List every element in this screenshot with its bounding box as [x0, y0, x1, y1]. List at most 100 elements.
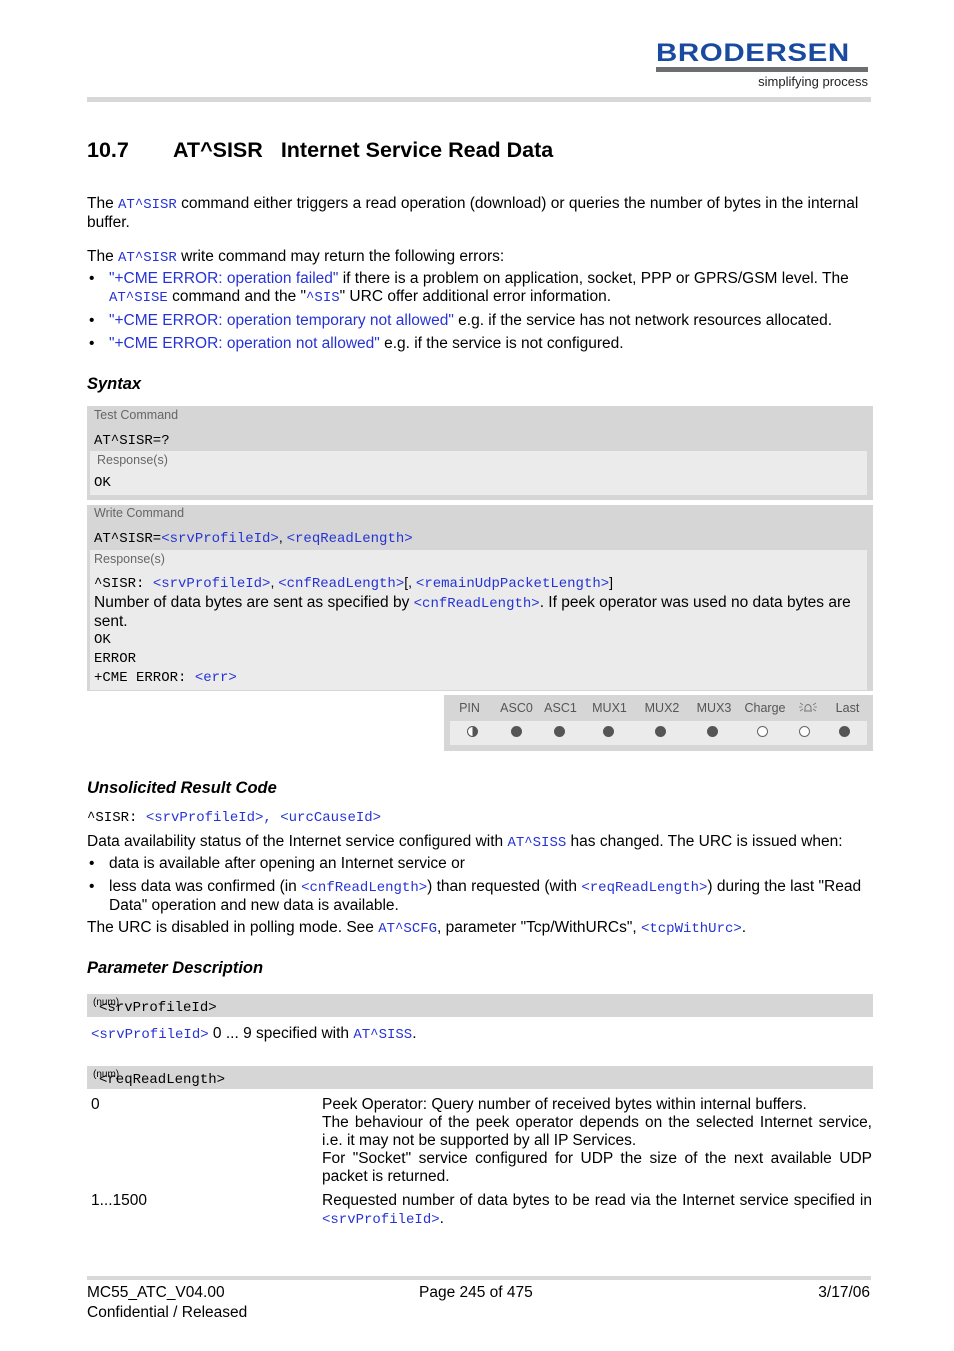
half-filled-circle-icon	[466, 726, 478, 737]
write-command-label: Write Command	[94, 506, 185, 520]
command-link[interactable]: AT^SISR	[118, 250, 177, 266]
command-link[interactable]: AT^SISR	[118, 197, 177, 213]
command-link[interactable]: AT^SISS	[353, 1027, 412, 1043]
filled-circle-icon	[706, 726, 718, 737]
pin-value	[450, 724, 495, 742]
footer-divider	[87, 1276, 871, 1280]
write-command-box: Write Command AT^SISR=<srvProfileId>, <r…	[87, 505, 873, 691]
param-value: 1...1500	[91, 1192, 148, 1209]
text: command and the "	[167, 288, 307, 305]
response-description: Number of data bytes are sent as specifi…	[94, 594, 867, 631]
param-link[interactable]: <cnfReadLength>	[278, 576, 404, 592]
last-value	[822, 724, 867, 742]
filled-circle-icon	[602, 726, 614, 737]
text: " URC offer additional error information…	[339, 288, 612, 305]
param-link[interactable]: <cnfReadLength>	[414, 596, 540, 612]
param-link[interactable]: <reqReadLength>	[581, 880, 707, 896]
error-link[interactable]: "+CME ERROR: operation temporary not all…	[109, 312, 454, 329]
text: has changed. The URC is issued when:	[566, 833, 843, 850]
response-label: Response(s)	[97, 453, 168, 467]
text: The URC is disabled in polling mode. See	[87, 919, 379, 936]
text: , parameter "Tcp/WithURCs",	[437, 919, 641, 936]
text: e.g. if the service has not network reso…	[453, 312, 833, 329]
error-link[interactable]: "+CME ERROR: operation not allowed"	[109, 335, 380, 352]
mux2-value	[635, 724, 687, 742]
response-error: ERROR	[94, 651, 137, 667]
text: The	[87, 195, 119, 212]
pin-table-values	[450, 721, 867, 745]
brand-name: BRODERSEN	[656, 39, 850, 67]
param-link[interactable]: <err>	[195, 670, 237, 686]
param-link[interactable]: <srvProfileId>, <urcCauseId>	[146, 810, 381, 826]
header-divider	[87, 97, 871, 102]
urc-code: ^SISR: <srvProfileId>, <urcCauseId>	[87, 810, 381, 826]
param-link[interactable]: <tcpWithUrc>	[641, 921, 742, 937]
test-command-label: Test Command	[94, 408, 179, 422]
error-link[interactable]: "+CME ERROR: operation failed"	[109, 270, 338, 287]
text: less data was confirmed (in	[109, 878, 302, 895]
filled-circle-icon	[839, 726, 851, 737]
param-link[interactable]: <srvProfileId>	[161, 531, 279, 547]
param-value-desc: Peek Operator: Query number of received …	[322, 1096, 872, 1186]
text: command either triggers a read operation…	[87, 195, 859, 231]
section-command: AT^SISR	[173, 138, 263, 162]
param-link[interactable]: <cnfReadLength>	[301, 880, 427, 896]
text: The behaviour of the peek operator depen…	[322, 1114, 872, 1149]
col-asc1: ASC1	[544, 701, 577, 715]
charge-value	[738, 724, 788, 742]
empty-circle-icon	[757, 726, 769, 737]
text: <reqReadLength>	[99, 1072, 226, 1088]
param-link[interactable]: <srvProfileId>	[153, 576, 271, 592]
list-item: data is available after opening an Inter…	[87, 855, 873, 873]
param-link[interactable]: <remainUdpPacketLength>	[416, 576, 609, 592]
alarm-icon	[790, 700, 825, 717]
text: Peek Operator: Query number of received …	[322, 1096, 807, 1113]
intro-paragraph: The AT^SISR command either triggers a re…	[87, 195, 873, 232]
pin-mux-table: PIN ASC0 ASC1 MUX1 MUX2 MUX3 Charge Last	[444, 695, 873, 751]
logo-bar	[656, 67, 868, 72]
errors-intro: The AT^SISR write command may return the…	[87, 248, 873, 267]
urc-conditions: data is available after opening an Inter…	[87, 855, 873, 915]
text: ) than requested (with	[427, 878, 582, 895]
param-header-srvprofileid: <srvProfileId> (num)	[87, 994, 873, 1017]
asc0-value	[495, 724, 538, 742]
text: Requested number of data bytes to be rea…	[322, 1192, 872, 1209]
write-command: AT^SISR=<srvProfileId>, <reqReadLength>	[87, 528, 873, 549]
col-mux2: MUX2	[644, 701, 680, 715]
param-link[interactable]: <srvProfileId>	[322, 1212, 440, 1228]
urc-heading: Unsolicited Result Code	[87, 779, 277, 797]
params-heading: Parameter Description	[87, 959, 264, 977]
text: [,	[404, 574, 416, 590]
alarm-value	[788, 724, 823, 742]
filled-circle-icon	[554, 726, 566, 737]
command-link[interactable]: AT^SCFG	[378, 921, 437, 937]
response-cme-error: +CME ERROR: <err>	[94, 669, 867, 688]
text: 0 ... 9 specified with	[208, 1025, 354, 1042]
page-title: 10.7 AT^SISR Internet Service Read Data	[87, 138, 553, 163]
command-link[interactable]: AT^SISS	[507, 835, 566, 851]
command-link[interactable]: AT^SISE	[109, 290, 168, 306]
brand-tagline: simplifying process	[758, 74, 868, 89]
empty-circle-icon	[799, 726, 811, 737]
text: Number of data bytes are sent as specifi…	[94, 594, 414, 611]
text: .	[741, 919, 747, 936]
response-syntax: ^SISR: <srvProfileId>, <cnfReadLength>[,…	[94, 573, 867, 594]
urc-link[interactable]: ^SIS	[306, 290, 340, 306]
mux3-value	[686, 724, 738, 742]
asc1-value	[537, 724, 582, 742]
param-value: 0	[91, 1096, 100, 1113]
param-header-reqreadlength: <reqReadLength> (num)	[87, 1066, 873, 1089]
param-link[interactable]: <srvProfileId>	[91, 1027, 209, 1043]
footer-doc-id: MC55_ATC_V04.00	[87, 1284, 225, 1301]
section-title-text: Internet Service Read Data	[280, 138, 554, 162]
urc-description: Data availability status of the Internet…	[87, 833, 873, 852]
list-item: "+CME ERROR: operation not allowed" e.g.…	[87, 335, 873, 353]
text: write command may return the following e…	[176, 248, 505, 265]
param-link[interactable]: <reqReadLength>	[287, 531, 413, 547]
text: e.g. if the service is not configured.	[379, 335, 624, 352]
text: ^SISR:	[87, 810, 146, 826]
text: Data availability status of the Internet…	[87, 833, 508, 850]
list-item: "+CME ERROR: operation failed" if there …	[87, 270, 873, 307]
col-pin: PIN	[459, 701, 480, 715]
col-mux1: MUX1	[592, 701, 627, 715]
